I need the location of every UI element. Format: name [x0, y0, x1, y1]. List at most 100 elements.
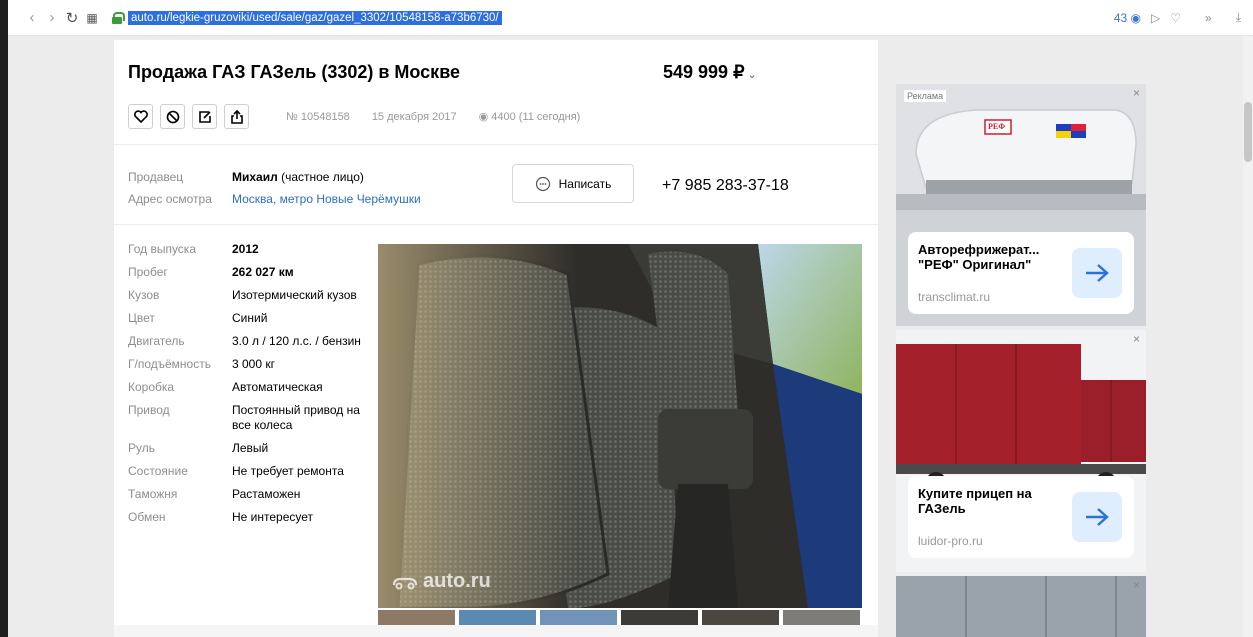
ad-card[interactable]: Купите прицеп на ГАЗель luidor-pro.ru: [908, 476, 1134, 558]
favorite-button[interactable]: [128, 104, 153, 129]
block-button[interactable]: [160, 104, 185, 129]
chat-icon: [535, 176, 550, 191]
share-icon: [230, 109, 243, 124]
ad-arrow-button[interactable]: [1072, 492, 1122, 542]
edit-icon: [198, 110, 211, 123]
toolbar-right: 43 ◉ ▷ ♡ » ⤓: [1114, 10, 1241, 25]
ad-logo-text: РЕФ: [988, 122, 1006, 131]
forward-icon[interactable]: ›: [42, 9, 62, 26]
arrow-right-icon: [1086, 508, 1109, 526]
spec-value: Постоянный привод на все колеса: [232, 403, 360, 432]
spec-key: Двигатель: [128, 334, 185, 348]
back-icon[interactable]: ‹: [22, 9, 42, 26]
browser-toolbar: ‹ › ↻ ▦ auto.ru/legkie-gruzoviki/used/sa…: [0, 0, 1253, 36]
close-icon[interactable]: ×: [1133, 332, 1140, 346]
listing-number: № 10548158: [286, 110, 350, 123]
ad-arrow-button[interactable]: [1072, 248, 1122, 298]
next-section: [114, 625, 878, 637]
spec-value: 2012: [232, 242, 259, 256]
ad-headline: Авторефрижерат... "РЕФ" Оригинал": [918, 242, 1040, 272]
spec-value: Изотермический кузов: [232, 288, 357, 302]
car-logo-icon: [392, 577, 418, 589]
spec-row: Привод Постоянный привод на все колеса: [128, 403, 370, 433]
price[interactable]: 549 999 ₽ ⌄: [663, 62, 757, 83]
ad-domain: luidor-pro.ru: [918, 534, 983, 548]
ad-domain: transclimat.ru: [918, 290, 991, 304]
scrollbar[interactable]: [1243, 36, 1253, 637]
eye-icon: ◉: [478, 111, 489, 123]
address-label: Адрес осмотра: [128, 192, 212, 206]
spec-key: Обмен: [128, 510, 166, 524]
edit-button[interactable]: [192, 104, 217, 129]
close-icon[interactable]: ×: [1133, 86, 1140, 100]
download-icon[interactable]: ⤓: [1236, 10, 1241, 25]
write-message-button[interactable]: Написать: [512, 164, 634, 203]
page-title: Продажа ГАЗ ГАЗель (3302) в Москве: [128, 62, 461, 82]
ad-refrigerator[interactable]: Реклама × РЕФ Авторефрижерат... "РЕФ" Ор…: [896, 84, 1146, 326]
listing-date: 15 декабря 2017: [371, 110, 457, 123]
spec-value: Левый: [232, 441, 269, 455]
spec-row: Коробка Автоматическая: [128, 380, 370, 395]
spec-value: Растаможен: [232, 487, 301, 501]
spec-key: Пробег: [128, 265, 168, 279]
action-buttons: [128, 104, 249, 129]
spec-value: Синий: [232, 311, 268, 325]
heart-icon[interactable]: ♡: [1170, 11, 1181, 25]
spec-row: Двигатель 3.0 л / 120 л.с. / бензин: [128, 334, 370, 349]
listing-meta: № 10548158 15 декабря 2017 ◉ 4400 (11 се…: [286, 110, 581, 124]
reload-icon[interactable]: ↻: [62, 9, 82, 27]
spec-row: Год выпуска 2012: [128, 242, 370, 257]
spec-key: Кузов: [128, 288, 160, 302]
chevron-down-icon: ⌄: [747, 69, 757, 81]
arrow-right-icon: [1086, 264, 1109, 282]
watermark-text: auto.ru: [423, 570, 491, 592]
spec-row: Пробег 262 027 км: [128, 265, 370, 280]
specs-table: Год выпуска 2012 Пробег 262 027 км Кузов Из…: [128, 242, 370, 533]
ad-trailer[interactable]: × Купите прицеп на ГАЗель luidor-pro.ru: [896, 330, 1146, 572]
tab-count[interactable]: 43 ◉: [1114, 11, 1141, 25]
url-text[interactable]: auto.ru/legkie-gruzoviki/used/sale/gaz/g…: [128, 10, 502, 25]
spec-value: 3.0 л / 120 л.с. / бензин: [232, 334, 361, 348]
ad-image: [896, 576, 1146, 637]
watermark-logo: auto.ru: [392, 570, 491, 593]
main-photo[interactable]: auto.ru: [378, 244, 862, 608]
play-icon[interactable]: ▷: [1151, 11, 1160, 25]
spec-row: Руль Левый: [128, 441, 370, 456]
address-link[interactable]: Москва, метро Новые Черёмушки: [232, 192, 421, 206]
seller-name: Михаил: [232, 170, 278, 184]
heart-icon: [133, 110, 148, 123]
spec-key: Цвет: [128, 311, 155, 325]
spec-value: 262 027 км: [232, 265, 294, 279]
divider: [114, 144, 878, 145]
share-button[interactable]: [224, 104, 249, 129]
spec-value: Не интересует: [232, 510, 314, 524]
seller-block: Продавец Михаил (частное лицо) Адрес осмо…: [128, 166, 421, 210]
spec-row: Кузов Изотермический кузов: [128, 288, 370, 303]
spec-key: Год выпуска: [128, 242, 196, 256]
seller-type: (частное лицо): [281, 170, 364, 184]
ad-label: Реклама: [904, 90, 947, 102]
spec-value: Не требует ремонта: [232, 464, 344, 478]
spec-key: Руль: [128, 441, 155, 455]
phone-number[interactable]: +7 985 283-37-18: [662, 177, 789, 195]
spec-value: Автоматическая: [232, 380, 323, 394]
tabs-grid-icon[interactable]: ▦: [82, 11, 102, 25]
spec-key: Таможня: [128, 487, 178, 501]
spec-row: Г/подъёмность 3 000 кг: [128, 357, 370, 372]
ad-card[interactable]: Авторефрижерат... "РЕФ" Оригинал" transc…: [908, 232, 1134, 314]
bookmark-icon[interactable]: »: [1205, 11, 1212, 25]
scrollbar-thumb[interactable]: [1244, 102, 1252, 162]
lock-icon: [112, 11, 125, 24]
ad-third[interactable]: ×: [896, 576, 1146, 637]
spec-key: Привод: [128, 403, 170, 417]
listing-views: ◉ 4400 (11 сегодня): [478, 111, 581, 123]
window-edge: [0, 0, 8, 637]
spec-row: Обмен Не интересует: [128, 510, 370, 525]
write-label: Написать: [558, 176, 612, 191]
seat-photo: [378, 244, 862, 608]
close-icon[interactable]: ×: [1133, 578, 1140, 592]
address-bar[interactable]: auto.ru/legkie-gruzoviki/used/sale/gaz/g…: [112, 10, 502, 25]
spec-row: Цвет Синий: [128, 311, 370, 326]
shield-icon: ◉: [1130, 10, 1141, 25]
listing-page: Продажа ГАЗ ГАЗель (3302) в Москве 549 9…: [114, 40, 878, 637]
